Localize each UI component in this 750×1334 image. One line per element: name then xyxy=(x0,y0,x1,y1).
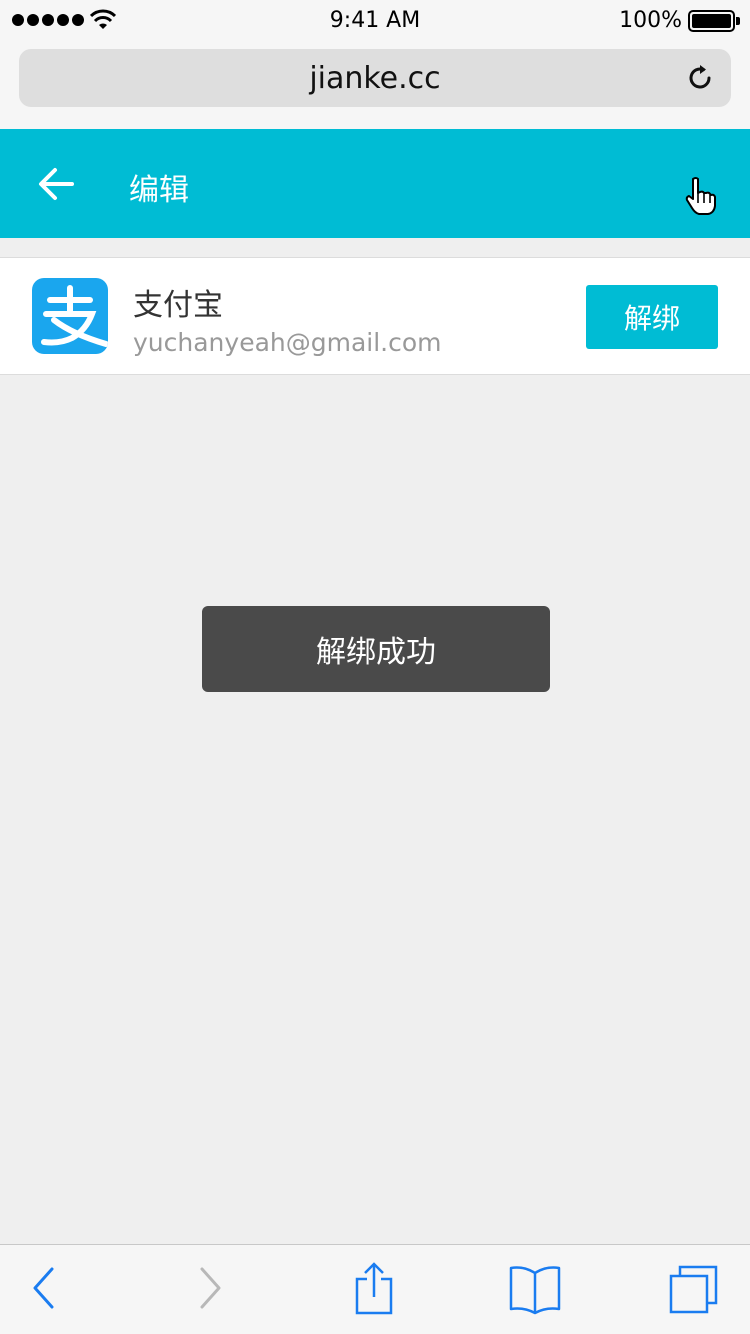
app-header: 编辑 xyxy=(0,129,750,238)
toast-text: 解绑成功 xyxy=(316,635,436,670)
hand-cursor-icon xyxy=(685,177,716,215)
browser-toolbar xyxy=(0,1244,750,1334)
tabs-icon[interactable] xyxy=(668,1265,720,1315)
status-bar: 9:41 AM 100% xyxy=(0,0,750,40)
unbind-button[interactable]: 解绑 xyxy=(586,285,718,349)
toast-message: 解绑成功 xyxy=(202,606,550,692)
url-text[interactable]: jianke.cc xyxy=(19,61,731,96)
reload-icon[interactable] xyxy=(685,63,715,93)
alipay-logo-icon xyxy=(32,278,108,354)
battery-icon xyxy=(688,10,740,32)
browser-address-bar: jianke.cc xyxy=(0,40,750,130)
screen: 9:41 AM 100% jianke.cc 编辑 支付宝 yuchanyeah… xyxy=(0,0,750,1334)
page-title: 编辑 xyxy=(129,173,189,208)
share-icon[interactable] xyxy=(354,1261,394,1315)
url-field[interactable]: jianke.cc xyxy=(19,49,731,107)
browser-forward-icon[interactable] xyxy=(198,1265,224,1311)
back-arrow-icon[interactable] xyxy=(38,167,74,201)
bookmarks-icon[interactable] xyxy=(508,1265,562,1315)
account-name: 支付宝 xyxy=(133,288,223,323)
account-list-item: 支付宝 yuchanyeah@gmail.com 解绑 xyxy=(0,257,750,375)
battery-percentage: 100% xyxy=(619,8,682,33)
browser-back-icon[interactable] xyxy=(30,1265,56,1311)
account-email: yuchanyeah@gmail.com xyxy=(133,328,442,357)
